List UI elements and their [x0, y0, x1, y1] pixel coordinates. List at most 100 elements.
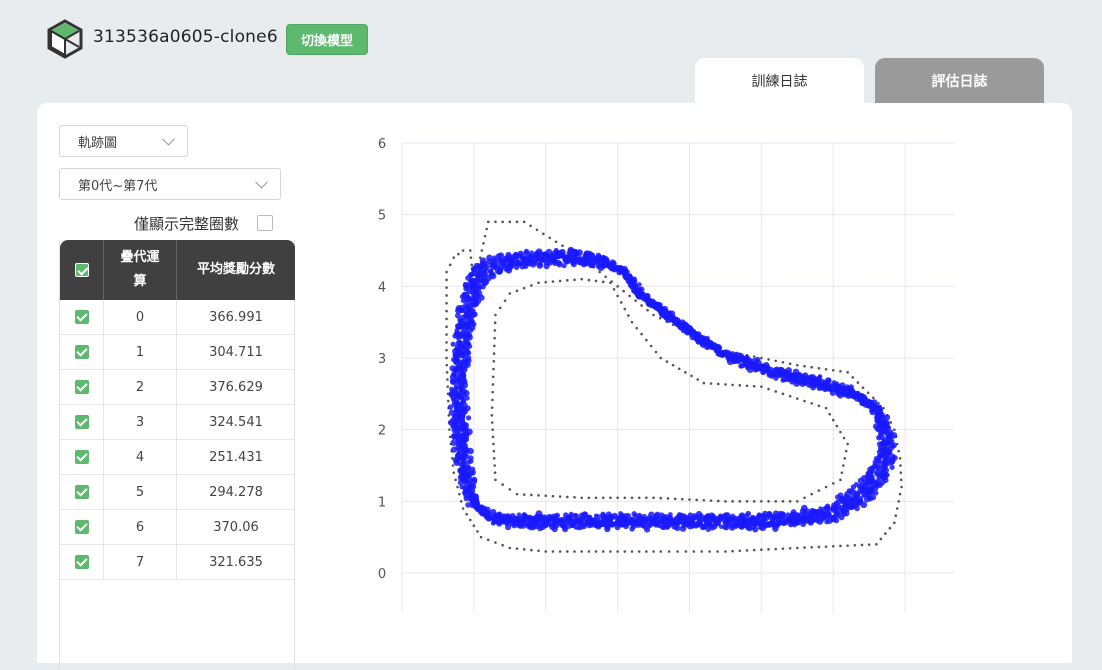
track-inner-border-point — [493, 344, 496, 348]
trajectory-point — [573, 523, 580, 530]
trajectory-point — [665, 316, 672, 323]
track-outer-border-point — [486, 220, 490, 224]
row-checkbox[interactable] — [74, 345, 89, 359]
row-checkbox-cell[interactable] — [60, 334, 104, 370]
track-outer-border-point — [634, 299, 637, 302]
track-inner-border-point — [645, 338, 648, 342]
track-outer-border-point — [445, 294, 448, 297]
track-outer-border-point — [788, 362, 792, 366]
track-outer-border-point — [745, 549, 749, 552]
select-all-cell[interactable] — [60, 240, 104, 300]
trajectory-point — [773, 369, 779, 375]
trajectory-point — [537, 262, 543, 267]
trajectory-point — [479, 509, 486, 517]
table-row: 0 366.991 — [60, 300, 295, 335]
track-outer-border-point — [445, 286, 448, 289]
track-inner-border-point — [544, 494, 548, 498]
trajectory-point — [817, 385, 823, 391]
row-checkbox[interactable] — [74, 520, 89, 534]
trajectory-point — [634, 521, 641, 528]
track-inner-border-point — [551, 494, 555, 498]
view-type-select[interactable]: 軌跡圖 — [59, 125, 188, 157]
trajectory-point — [872, 463, 879, 470]
track-outer-border-point — [461, 507, 465, 510]
track-inner-border-point — [490, 421, 494, 424]
trajectory-point — [486, 511, 492, 517]
track-outer-border-point — [898, 492, 902, 496]
trajectory-point — [528, 262, 533, 267]
track-inner-border-point — [671, 363, 675, 367]
trajectory-point — [708, 523, 716, 531]
trajectory-point — [472, 493, 480, 501]
track-inner-border-point — [716, 382, 720, 386]
track-outer-border-point — [716, 550, 719, 553]
track-outer-border-point — [877, 401, 880, 405]
row-checkbox[interactable] — [74, 485, 89, 499]
table-row: 7 321.635 — [60, 544, 295, 580]
row-checkbox-cell[interactable] — [60, 300, 104, 335]
trajectory-point — [478, 294, 485, 301]
track-outer-border-point — [897, 500, 900, 503]
row-checkbox[interactable] — [74, 555, 89, 569]
track-inner-border-point — [492, 367, 495, 371]
trajectory-point — [471, 321, 477, 327]
select-all-checkbox[interactable] — [74, 262, 89, 277]
trajectory-point — [799, 380, 806, 387]
row-checkbox-cell[interactable] — [60, 404, 104, 440]
track-inner-border-point — [587, 278, 591, 282]
trajectory-point — [472, 311, 478, 317]
track-inner-border-point — [738, 384, 742, 387]
track-inner-border-point — [843, 457, 847, 460]
row-checkbox[interactable] — [74, 380, 89, 394]
track-inner-border-point — [684, 371, 687, 374]
track-outer-border-point — [485, 227, 488, 231]
track-outer-border-point — [856, 381, 860, 384]
trajectory-point — [511, 522, 518, 529]
track-inner-border-point — [760, 500, 763, 503]
switch-model-button[interactable]: 切換模型 — [286, 24, 368, 55]
score-cell: 294.278 — [176, 474, 295, 510]
trajectory-point — [684, 328, 692, 335]
track-inner-border-point — [492, 442, 495, 446]
trajectory-point — [707, 340, 713, 345]
trajectory-point — [824, 519, 830, 525]
row-checkbox[interactable] — [74, 415, 89, 429]
tab-training-log[interactable]: 訓練日誌 — [695, 58, 864, 104]
row-checkbox-cell[interactable] — [60, 474, 104, 510]
track-outer-border-point — [895, 507, 899, 510]
track-inner-border-point — [702, 498, 706, 502]
trajectory-point — [649, 300, 656, 307]
row-checkbox-cell[interactable] — [60, 439, 104, 475]
tab-evaluation-log[interactable]: 評估日誌 — [875, 58, 1044, 104]
trajectory-point — [629, 526, 635, 532]
y-tick-label: 2 — [378, 424, 386, 439]
track-outer-border-point — [652, 313, 655, 317]
trajectory-point — [468, 458, 474, 464]
trajectory-point — [453, 433, 459, 439]
trajectory-point — [626, 275, 633, 282]
trajectory-point — [818, 508, 824, 514]
row-checkbox[interactable] — [74, 450, 89, 464]
generation-range-select[interactable]: 第0代~第7代 — [59, 168, 281, 200]
trajectory-point — [890, 459, 896, 465]
row-checkbox-cell[interactable] — [60, 509, 104, 545]
iteration-table: 疊代運算 平均獎勵分數 0 366.991 1 304.711 2 376.629 3… — [59, 240, 295, 670]
track-outer-border-point — [894, 514, 898, 517]
track-inner-border-point — [846, 442, 849, 446]
track-outer-border-point — [501, 543, 504, 547]
track-inner-border-point — [839, 430, 842, 434]
trajectory-point — [873, 490, 879, 496]
row-checkbox-cell[interactable] — [60, 369, 104, 405]
track-outer-border-point — [846, 544, 849, 547]
row-checkbox-cell[interactable] — [60, 544, 104, 580]
track-inner-border-point — [580, 277, 583, 281]
row-checkbox[interactable] — [74, 310, 89, 324]
track-inner-border-point — [492, 449, 496, 453]
track-outer-border-point — [622, 289, 625, 293]
track-outer-border-point — [652, 550, 655, 553]
full-lap-checkbox[interactable] — [257, 215, 273, 231]
track-outer-border-point — [451, 464, 455, 467]
table-row: 2 376.629 — [60, 369, 295, 405]
trajectory-point — [808, 517, 815, 525]
score-cell: 366.991 — [176, 300, 295, 335]
